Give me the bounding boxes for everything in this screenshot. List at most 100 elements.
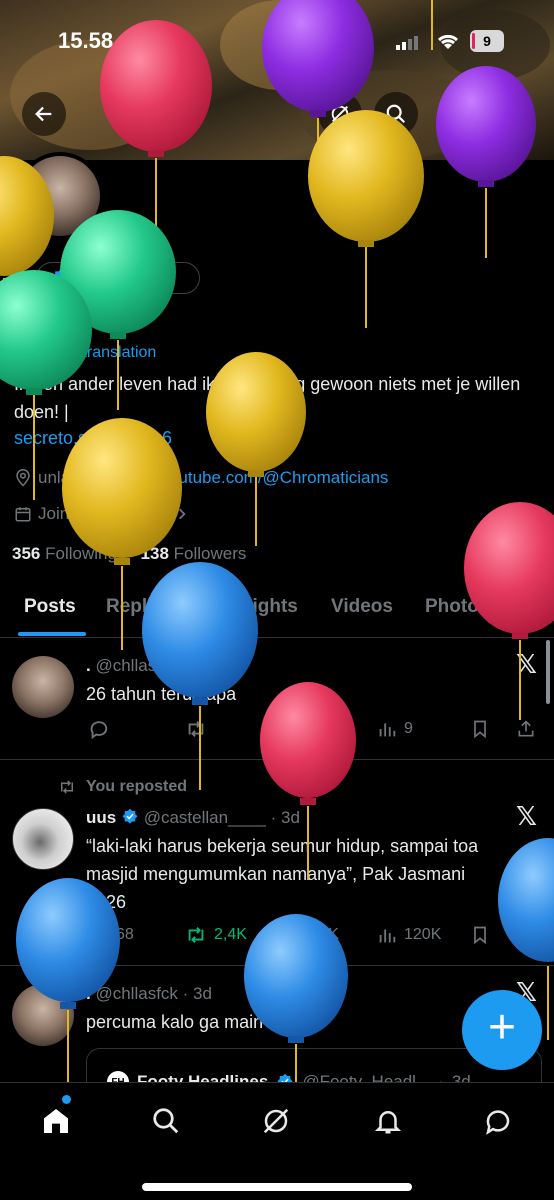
profile-avatar[interactable] [16, 152, 104, 240]
profile-handle: @chllasfck [14, 302, 97, 321]
share-profile-button[interactable] [486, 92, 530, 136]
profile-website-link[interactable]: youtube.com/@Chromaticians [160, 468, 388, 488]
post-actions: 9 [86, 718, 546, 748]
tab-replies[interactable]: Replies [106, 596, 174, 618]
tab-posts[interactable]: Posts [24, 596, 76, 618]
bell-icon [374, 1111, 402, 1134]
battery-indicator: 9 [470, 30, 504, 52]
get-verified-button[interactable]: Get verified [36, 262, 200, 294]
post-text: percuma kalo ga main di ucl [86, 1012, 311, 1032]
tab-photos[interactable]: Photos [425, 596, 489, 618]
link-icon [139, 471, 152, 485]
share-button[interactable] [516, 718, 536, 740]
joined-prefix: Joined [38, 504, 89, 523]
compose-post-button[interactable]: + [462, 990, 542, 1070]
nav-home[interactable] [36, 1101, 76, 1141]
home-indicator [142, 1183, 412, 1191]
following-label: Following [45, 544, 117, 563]
reply-button[interactable]: 68 [88, 924, 134, 946]
grok-icon [331, 105, 349, 123]
like-count: 6,1K [306, 926, 339, 943]
grok-header-button[interactable] [318, 92, 362, 136]
post-item[interactable]: uus @castellan____ · 3d 𝕏 “laki-laki har… [0, 760, 554, 966]
bookmark-icon [474, 926, 486, 945]
location-icon [16, 469, 30, 487]
profile-meta-row: unlabeled. youtube.com/@Chromaticians [14, 468, 388, 488]
bookmark-button[interactable] [470, 718, 490, 740]
follow-stats: 356 Following 138 Followers [12, 544, 246, 564]
repost-icon [188, 927, 204, 943]
get-verified-label: Get verified [79, 268, 173, 287]
x-logo-icon: 𝕏 [516, 802, 537, 832]
bio-link[interactable]: secreto.site/arenm6 [14, 428, 172, 449]
like-button[interactable]: 6,1K [278, 924, 339, 946]
followers-label: Followers [173, 544, 247, 563]
home-icon [44, 1109, 68, 1133]
show-translation-label: Show translation [38, 344, 157, 361]
scrollbar[interactable] [546, 640, 550, 704]
post-time: 3d [193, 984, 212, 1003]
share-button[interactable] [516, 924, 536, 946]
like-button[interactable] [278, 718, 300, 740]
tab-highlights[interactable]: Highlights [205, 596, 298, 618]
chat-icon [486, 1110, 510, 1135]
post-avatar[interactable] [12, 656, 74, 718]
following-stat[interactable]: 356 Following [12, 544, 117, 563]
location-arrow-icon [122, 33, 140, 51]
post-author-name: . [86, 984, 91, 1003]
joined-date[interactable]: May 2018 [94, 504, 169, 524]
followers-stat[interactable]: 138 Followers [141, 544, 247, 563]
post-header: . @chllasfck · 15h [86, 656, 222, 675]
nav-grok[interactable] [256, 1101, 296, 1141]
views-count: 9 [404, 720, 413, 737]
profile-banner[interactable] [0, 0, 554, 160]
post-text: 26 tahun terus apa [86, 684, 237, 704]
post-avatar[interactable] [12, 808, 74, 870]
reply-icon [90, 927, 108, 946]
tab-articles[interactable]: Art [522, 596, 549, 618]
post-avatar[interactable] [12, 984, 74, 1046]
share-icon [518, 926, 534, 943]
repost-button[interactable] [184, 718, 208, 740]
verified-badge-icon [52, 268, 70, 286]
bookmark-button[interactable] [470, 924, 490, 946]
tab-videos[interactable]: Videos [331, 596, 393, 618]
search-icon [153, 1108, 179, 1134]
status-bar: 15.58 9 [0, 26, 554, 60]
active-tab-indicator [18, 632, 86, 636]
translate-icon [15, 346, 29, 360]
wifi-icon [437, 34, 459, 49]
repost-button[interactable]: 2,4K [184, 924, 247, 946]
bottom-navigation [0, 1082, 554, 1200]
views-button[interactable]: 120K [376, 924, 441, 946]
views-button[interactable]: 9 [376, 718, 413, 740]
share-icon [499, 104, 517, 123]
back-button[interactable] [22, 92, 66, 136]
calendar-icon [15, 507, 31, 522]
post-time: 3d [280, 808, 300, 827]
show-translation-link[interactable]: Show translation [14, 344, 156, 362]
profile-joined-row: Joined May 2018 [14, 504, 189, 524]
post-author-handle: @chllasfck [95, 656, 178, 675]
nav-notifications[interactable] [368, 1101, 408, 1141]
notification-dot [62, 1095, 71, 1104]
post-time: 15h [193, 656, 222, 675]
repost-icon [188, 721, 204, 737]
views-icon [379, 723, 396, 737]
repost-count: 2,4K [214, 926, 247, 943]
reply-button[interactable] [88, 718, 110, 740]
back-arrow-icon [35, 106, 52, 122]
status-time: 15.58 [58, 28, 114, 53]
chevron-right-icon [178, 508, 186, 520]
search-button[interactable] [374, 92, 418, 136]
post-actions: 68 2,4K 6,1K 120K [86, 924, 546, 954]
post-header: uus @castellan____ · 3d [86, 808, 300, 827]
nav-search[interactable] [146, 1101, 186, 1141]
heart-icon [279, 720, 299, 738]
post-author-name: uus [86, 808, 117, 827]
profile-tabs: Posts Replies Highlights Videos Photos A… [0, 584, 554, 638]
x-logo-icon: 𝕏 [516, 650, 537, 680]
post-item[interactable]: . @chllasfck · 15h 𝕏 26 tahun terus apa … [0, 640, 554, 760]
views-count: 120K [404, 926, 442, 943]
nav-messages[interactable] [478, 1101, 518, 1141]
